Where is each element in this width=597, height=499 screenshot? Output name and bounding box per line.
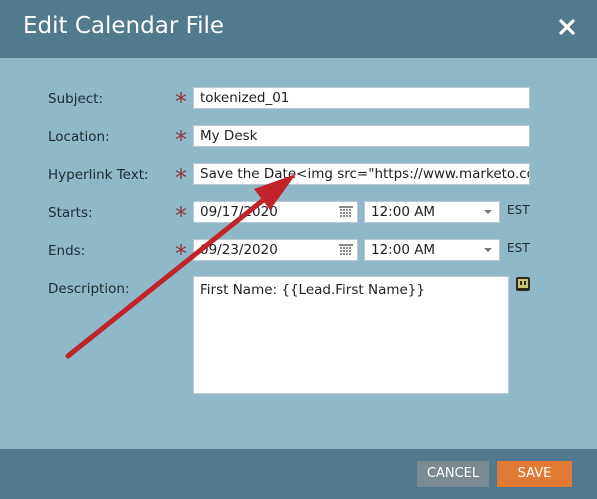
end-date-value: 09/23/2020 [200, 242, 278, 258]
location-field[interactable]: My Desk [193, 125, 530, 147]
start-date-value: 09/17/2020 [200, 204, 278, 220]
start-date-field[interactable]: 09/17/2020 [193, 201, 358, 223]
description-textarea[interactable]: First Name: {{Lead.First Name}} [193, 276, 509, 394]
required-marker: * [175, 202, 187, 230]
description-label: Description: [48, 281, 130, 297]
subject-field[interactable]: tokenized_01 [193, 87, 530, 109]
starts-label: Starts: [48, 205, 93, 221]
end-timezone: EST [507, 241, 530, 255]
start-time-select[interactable]: 12:00 AM [364, 201, 500, 223]
close-icon[interactable] [557, 17, 577, 37]
required-marker: * [175, 240, 187, 268]
start-timezone: EST [507, 203, 530, 217]
location-label: Location: [48, 129, 110, 145]
start-time-value: 12:00 AM [371, 204, 436, 220]
ends-label: Ends: [48, 243, 86, 259]
hyperlink-text-field[interactable]: Save the Date<img src="https://www.marke… [193, 163, 530, 185]
chevron-down-icon[interactable] [483, 208, 493, 216]
dialog-title: Edit Calendar File [23, 13, 225, 39]
cancel-button[interactable]: CANCEL [417, 461, 489, 487]
end-date-field[interactable]: 09/23/2020 [193, 239, 358, 261]
subject-label: Subject: [48, 91, 104, 107]
required-marker: * [175, 88, 187, 116]
chevron-down-icon[interactable] [483, 246, 493, 254]
calendar-icon[interactable] [339, 206, 353, 218]
end-time-select[interactable]: 12:00 AM [364, 239, 500, 261]
calendar-icon[interactable] [339, 244, 353, 256]
hyperlink-text-label: Hyperlink Text: [48, 167, 149, 183]
token-icon[interactable] [516, 276, 530, 291]
dialog-titlebar: Edit Calendar File [0, 0, 597, 58]
save-button[interactable]: SAVE [497, 461, 572, 487]
end-time-value: 12:00 AM [371, 242, 436, 258]
required-marker: * [175, 164, 187, 192]
required-marker: * [175, 126, 187, 154]
